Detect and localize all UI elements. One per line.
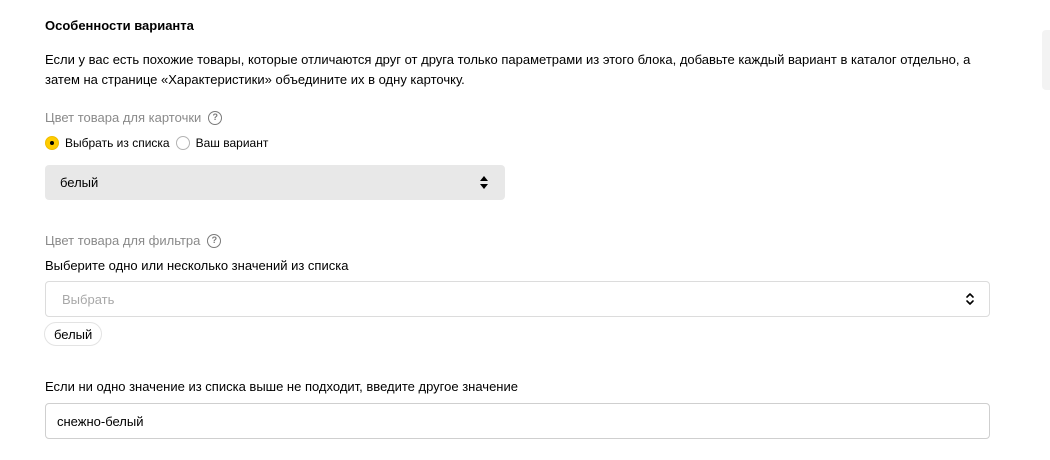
card-color-selected-value: белый — [60, 175, 99, 190]
filter-color-placeholder: Выбрать — [62, 291, 115, 307]
filter-color-label: Цвет товара для фильтра — [45, 233, 201, 248]
help-icon[interactable]: ? — [207, 233, 222, 248]
section-description: Если у вас есть похожие товары, которые … — [45, 52, 971, 87]
custom-value-label: Если ни одно значение из списка выше не … — [45, 379, 518, 394]
sort-arrows-icon — [480, 176, 488, 189]
radio-checked-icon — [45, 136, 59, 150]
card-color-select[interactable]: белый — [45, 165, 505, 200]
selected-tag-white[interactable]: белый — [44, 322, 103, 346]
filter-color-instruction: Выберите одно или несколько значений из … — [45, 258, 349, 273]
card-color-label-row: Цвет товара для карточки ? — [45, 110, 223, 125]
help-icon[interactable]: ? — [208, 110, 223, 125]
radio-label: Ваш вариант — [195, 136, 269, 150]
chevron-up-down-icon — [966, 293, 974, 305]
scrollbar[interactable] — [1042, 30, 1050, 90]
radio-choose-from-list[interactable]: Выбрать из списка — [45, 136, 170, 150]
radio-unchecked-icon — [175, 136, 190, 150]
section-title: Особенности варианта — [45, 18, 194, 33]
radio-custom-value[interactable]: Ваш вариант — [175, 136, 269, 150]
filter-color-select[interactable]: Выбрать — [45, 281, 990, 317]
variant-features-form: Особенности варианта Если у вас есть пох… — [0, 0, 1050, 460]
card-color-mode-radios: Выбрать из списка Ваш вариант — [45, 136, 274, 150]
card-color-label: Цвет товара для карточки — [45, 110, 202, 125]
custom-value-input[interactable]: снежно-белый — [45, 403, 990, 439]
radio-label: Выбрать из списка — [65, 136, 170, 150]
filter-color-label-row: Цвет товара для фильтра ? — [45, 233, 222, 248]
